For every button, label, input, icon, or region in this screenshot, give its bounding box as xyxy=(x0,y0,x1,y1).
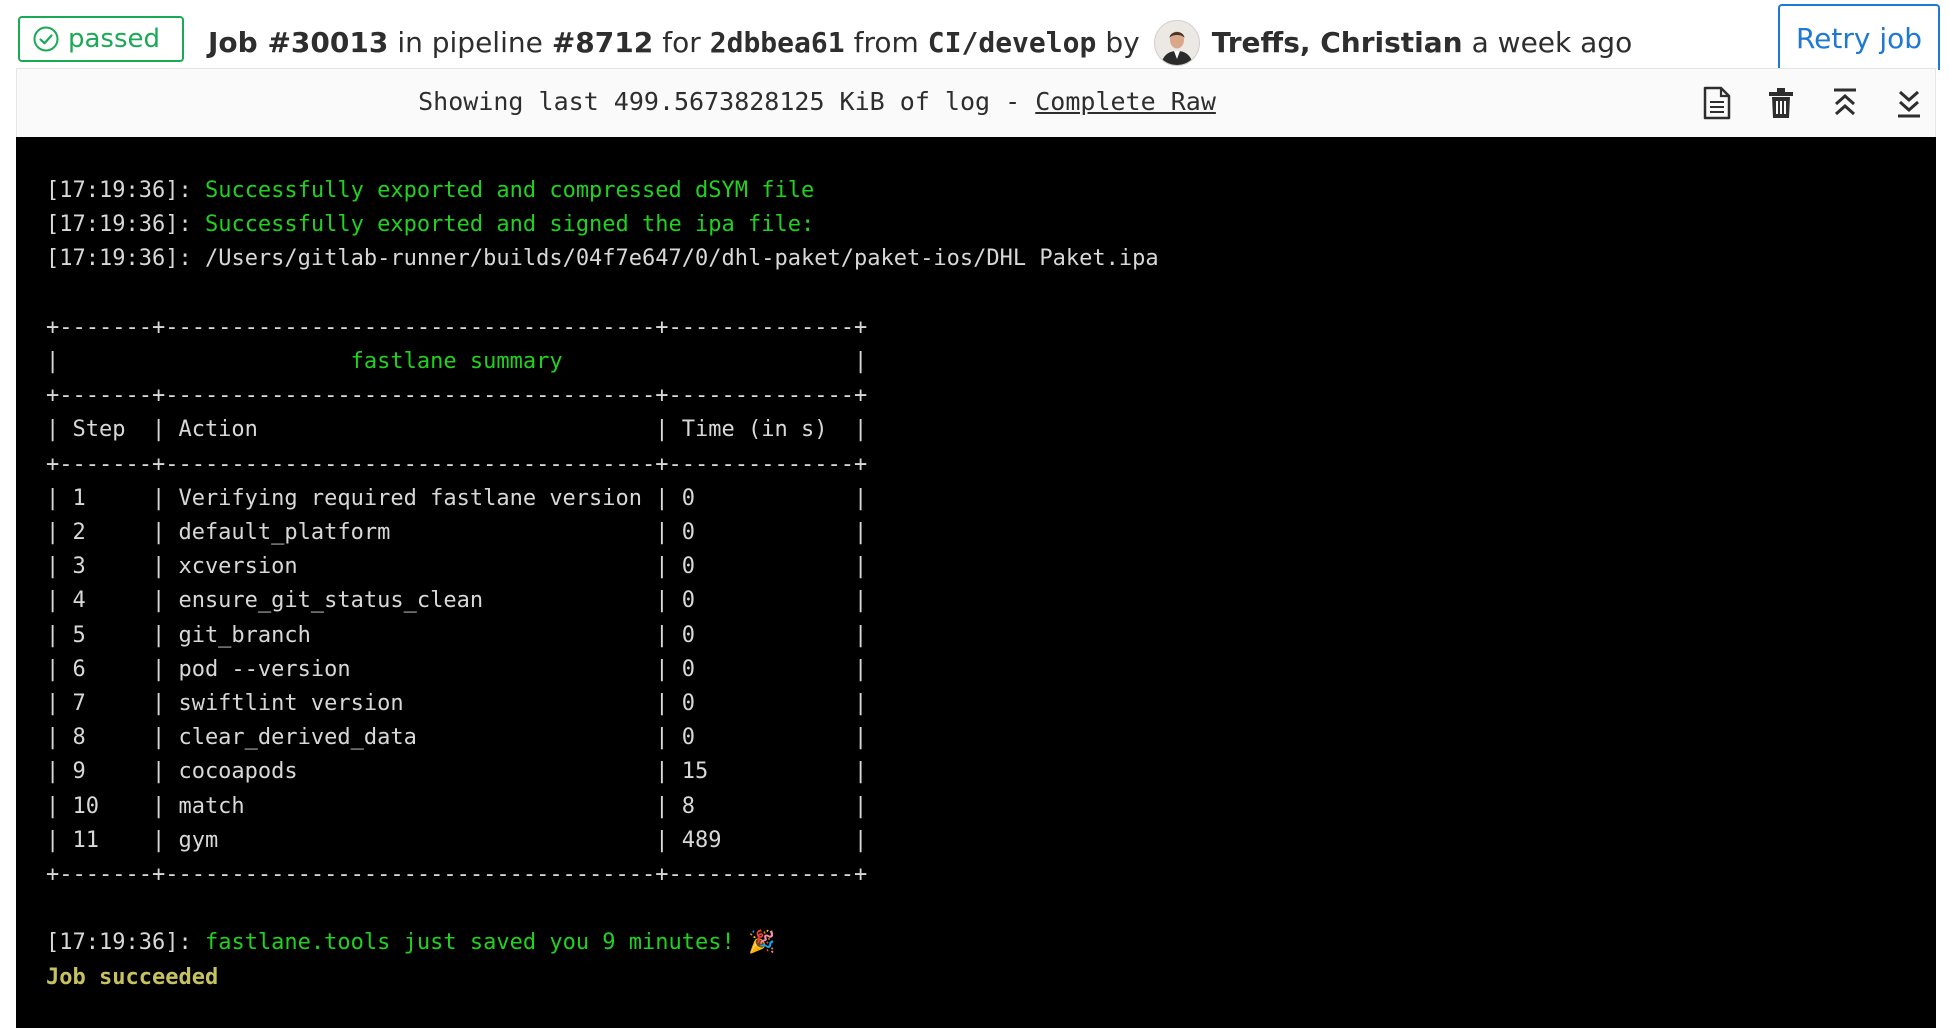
log-line: [17:19:36]: Successfully exported and co… xyxy=(46,174,1936,208)
complete-raw-link[interactable]: Complete Raw xyxy=(1035,87,1216,116)
log-message: fastlane.tools just saved you 9 minutes!… xyxy=(204,930,776,956)
table-row: | 3 | xcversion | 0 | xyxy=(46,550,1936,584)
table-border: | xyxy=(562,349,868,375)
log-output: [17:19:36]: Successfully exported and co… xyxy=(46,174,1936,995)
by-text: by xyxy=(1105,26,1140,59)
table-border: +-------+-------------------------------… xyxy=(46,451,868,477)
table-header: | Step | Action | Time (in s) | xyxy=(46,417,868,443)
table-border: +-------+-------------------------------… xyxy=(46,383,868,409)
from-text: from xyxy=(853,26,919,59)
branch-link[interactable]: CI/develop xyxy=(928,23,1097,63)
table-cell: | 2 | default_platform | 0 | xyxy=(46,520,868,546)
log-line: Job succeeded xyxy=(46,961,1936,995)
log-timestamp: [17:19:36]: xyxy=(46,178,205,203)
log-timestamp: [17:19:36]: xyxy=(46,212,205,238)
time-ago: a week ago xyxy=(1471,26,1633,59)
scroll-top-icon[interactable] xyxy=(1827,85,1863,121)
table-row: | 8 | clear_derived_data | 0 | xyxy=(46,721,1936,755)
avatar[interactable] xyxy=(1153,20,1200,66)
table-header-row: | Step | Action | Time (in s) | xyxy=(46,413,1936,447)
table-border: | xyxy=(46,349,351,375)
table-cell: | 8 | clear_derived_data | 0 | xyxy=(46,725,868,751)
log-message: Successfully exported and signed the ipa… xyxy=(204,212,815,238)
table-row: | 11 | gym | 489 | xyxy=(46,824,1936,858)
table-border-line: +-------+-------------------------------… xyxy=(46,858,1936,892)
log-toolbar: Showing last 499.5673828125 KiB of log -… xyxy=(16,68,1936,137)
table-title-row: | fastlane summary | xyxy=(46,345,1936,379)
erase-log-icon[interactable] xyxy=(1763,85,1799,121)
table-border: +-------+-------------------------------… xyxy=(46,862,868,888)
table-cell: | 7 | swiftlint version | 0 | xyxy=(46,691,868,717)
commit-link[interactable]: 2dbbea61 xyxy=(710,23,845,63)
log-message: /Users/gitlab-runner/builds/04f7e647/0/d… xyxy=(204,246,1159,272)
table-cell: | 10 | match | 8 | xyxy=(46,793,868,819)
table-cell: | 9 | cocoapods | 15 | xyxy=(46,759,868,785)
table-row: | 6 | pod --version | 0 | xyxy=(46,653,1936,687)
table-cell: | 1 | Verifying required fastlane versio… xyxy=(46,485,868,511)
log-blank-line xyxy=(46,277,1936,311)
summary-title: fastlane summary xyxy=(350,349,563,375)
log-line: [17:19:36]: fastlane.tools just saved yo… xyxy=(46,926,1936,960)
log-message: Successfully exported and compressed dSY… xyxy=(204,178,815,203)
job-header: passed Job #30013 in pipeline #8712 for … xyxy=(0,0,1950,70)
log-timestamp: [17:19:36]: xyxy=(46,930,205,956)
table-row: | 2 | default_platform | 0 | xyxy=(46,516,1936,550)
raw-log-icon[interactable] xyxy=(1699,85,1735,121)
table-border-line: +-------+-------------------------------… xyxy=(46,448,1936,482)
table-row: | 7 | swiftlint version | 0 | xyxy=(46,687,1936,721)
log-size-text: Showing last 499.5673828125 KiB of log - xyxy=(418,87,1021,116)
table-border: +-------+-------------------------------… xyxy=(46,314,868,340)
status-label: passed xyxy=(68,24,161,54)
pipeline-link[interactable]: #8712 xyxy=(552,23,653,63)
log-timestamp: [17:19:36]: xyxy=(46,246,205,272)
status-badge[interactable]: passed xyxy=(18,16,184,62)
build-log: [17:19:36]: Successfully exported and co… xyxy=(16,137,1936,1028)
table-cell: | 11 | gym | 489 | xyxy=(46,827,868,853)
log-line: [17:19:36]: /Users/gitlab-runner/builds/… xyxy=(46,242,1936,276)
job-succeeded-text: Job succeeded xyxy=(46,964,219,990)
table-cell: | 4 | ensure_git_status_clean | 0 | xyxy=(46,588,868,614)
table-row: | 4 | ensure_git_status_clean | 0 | xyxy=(46,584,1936,618)
log-size-info: Showing last 499.5673828125 KiB of log -… xyxy=(17,87,1617,116)
table-row: | 10 | match | 8 | xyxy=(46,790,1936,824)
table-cell: | 5 | git_branch | 0 | xyxy=(46,622,868,648)
log-blank-line xyxy=(46,892,1936,926)
in-pipeline-text: in pipeline xyxy=(397,26,543,59)
table-border-line: +-------+-------------------------------… xyxy=(46,311,1936,345)
for-text: for xyxy=(662,26,701,59)
job-id: Job #30013 xyxy=(208,26,389,59)
check-circle-icon xyxy=(32,25,60,53)
scroll-bottom-icon[interactable] xyxy=(1891,85,1927,121)
table-row: | 1 | Verifying required fastlane versio… xyxy=(46,482,1936,516)
table-cell: | 3 | xcversion | 0 | xyxy=(46,554,868,580)
table-cell: | 6 | pod --version | 0 | xyxy=(46,656,868,682)
table-border-line: +-------+-------------------------------… xyxy=(46,379,1936,413)
table-row: | 5 | git_branch | 0 | xyxy=(46,619,1936,653)
job-title: Job #30013 in pipeline #8712 for 2dbbea6… xyxy=(208,20,1632,66)
log-line: [17:19:36]: Successfully exported and si… xyxy=(46,208,1936,242)
table-row: | 9 | cocoapods | 15 | xyxy=(46,755,1936,789)
user-link[interactable]: Treffs, Christian xyxy=(1212,23,1463,63)
retry-job-button[interactable]: Retry job xyxy=(1778,4,1940,70)
